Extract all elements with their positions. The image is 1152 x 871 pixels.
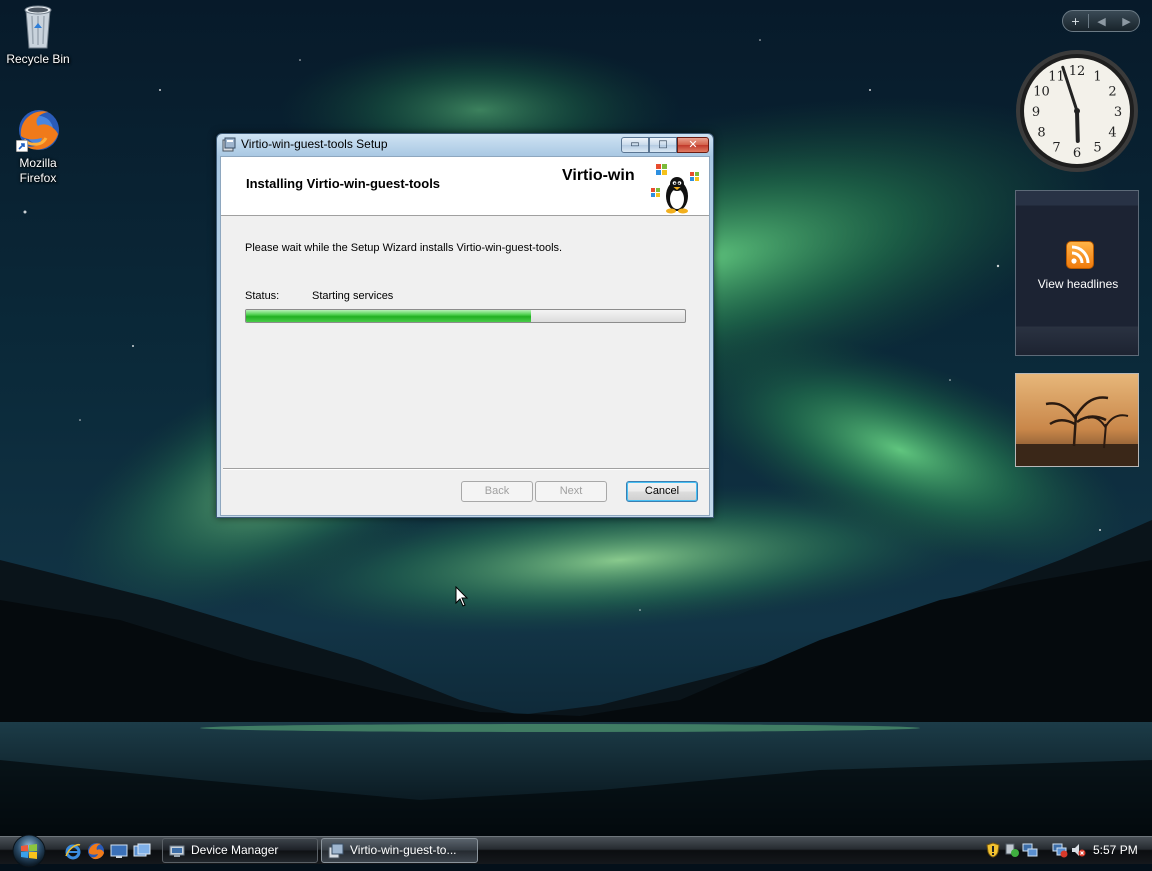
back-button[interactable]: Back [461,481,533,502]
description-text: Please wait while the Setup Wizard insta… [245,242,563,254]
clock-numeral: 2 [1108,85,1116,100]
taskbar-button-setup[interactable]: Virtio-win-guest-to... [321,838,478,863]
clock-hour-hand [1075,109,1080,143]
clock-numeral: 10 [1033,85,1050,100]
sidebar-controls: + ◀ ▶ [1062,10,1140,32]
firefox-icon[interactable] [87,842,105,860]
maximize-button[interactable]: □ [649,137,677,153]
banner-title: Installing Virtio-win-guest-tools [246,176,441,191]
clock-numeral: 5 [1093,141,1101,156]
feed-headlines-gadget[interactable]: View headlines [1015,190,1139,356]
minimize-button[interactable]: ▭ [621,137,649,153]
security-shield-icon[interactable] [985,842,1001,858]
minimize-icon: ▭ [630,139,640,150]
desktop-icon-recycle-bin[interactable]: Recycle Bin [0,2,76,67]
cancel-button[interactable]: Cancel [626,481,698,502]
add-gadget-icon[interactable]: + [1063,15,1088,28]
device-manager-icon [169,843,185,859]
clock-numeral: 1 [1093,70,1101,85]
clock-numeral: 8 [1037,126,1045,141]
maximize-icon: □ [658,139,668,150]
start-button[interactable] [9,832,49,868]
slideshow-image [1016,374,1138,466]
close-button[interactable]: ✕ [677,137,709,153]
desktop-icon-firefox[interactable]: Mozilla Firefox [0,106,76,186]
clock-numeral: 3 [1114,105,1122,120]
desktop-icon-label: Recycle Bin [6,52,70,66]
taskbar: Device Manager Virtio-win-guest-to... 5:… [0,834,1152,868]
status-label: Status: [245,290,280,302]
title-bar[interactable]: Virtio-win-guest-tools Setup ▭ □ ✕ [217,134,713,156]
recycle-bin-icon [14,2,62,50]
volume-muted-icon[interactable] [1070,842,1086,858]
installer-icon [222,137,236,152]
taskbar-clock[interactable]: 5:57 PM [1093,843,1138,857]
tux-penguin-icon [666,177,688,214]
taskbar-button-device-manager[interactable]: Device Manager [162,838,318,863]
brand-name: Virtio-win [562,167,635,184]
internet-explorer-icon[interactable] [64,842,82,860]
taskbar-button-label: Device Manager [191,843,279,857]
close-icon: ✕ [688,138,698,151]
mouse-pointer-icon [455,585,469,608]
setup-window: Virtio-win-guest-tools Setup ▭ □ ✕ Insta… [216,133,714,518]
progress-fill [246,310,531,322]
header-banner: Installing Virtio-win-guest-tools Virtio… [221,157,709,216]
device-status-icon[interactable] [1004,842,1020,858]
clock-numeral: 6 [1073,146,1081,161]
window-title: Virtio-win-guest-tools Setup [241,137,388,151]
installer-icon [328,843,344,859]
virtio-logo-icon [651,160,707,214]
network-disconnected-icon[interactable] [1052,842,1068,858]
system-tray: 5:57 PM [980,837,1152,864]
next-button[interactable]: Next [535,481,607,502]
previous-page-icon[interactable]: ◀ [1089,15,1114,28]
desktop-icon-label: Mozilla Firefox [19,156,57,185]
divider [223,468,709,470]
shortcut-arrow-icon [16,140,28,152]
clock-numeral: 11 [1048,70,1065,85]
clock-gadget[interactable]: 1 2 3 4 5 6 7 8 9 10 11 12 [1014,48,1140,174]
install-progress-bar [245,309,686,323]
clock-numeral: 7 [1052,141,1060,156]
switch-windows-icon[interactable] [133,842,151,860]
taskbar-button-label: Virtio-win-guest-to... [350,843,457,857]
slideshow-gadget[interactable] [1015,373,1139,467]
rss-feed-icon [1066,241,1094,269]
firefox-icon [14,106,62,154]
network-icon[interactable] [1022,842,1038,858]
show-desktop-icon[interactable] [110,842,128,860]
clock-numeral: 12 [1069,64,1086,79]
windows-logo-icon [656,164,667,175]
clock-numeral: 4 [1108,126,1116,141]
view-headlines-label: View headlines [1037,277,1119,291]
status-value: Starting services [312,290,394,302]
clock-numeral: 9 [1032,105,1040,120]
dialog-client-area: Installing Virtio-win-guest-tools Virtio… [220,156,710,516]
next-page-icon[interactable]: ▶ [1114,15,1139,28]
